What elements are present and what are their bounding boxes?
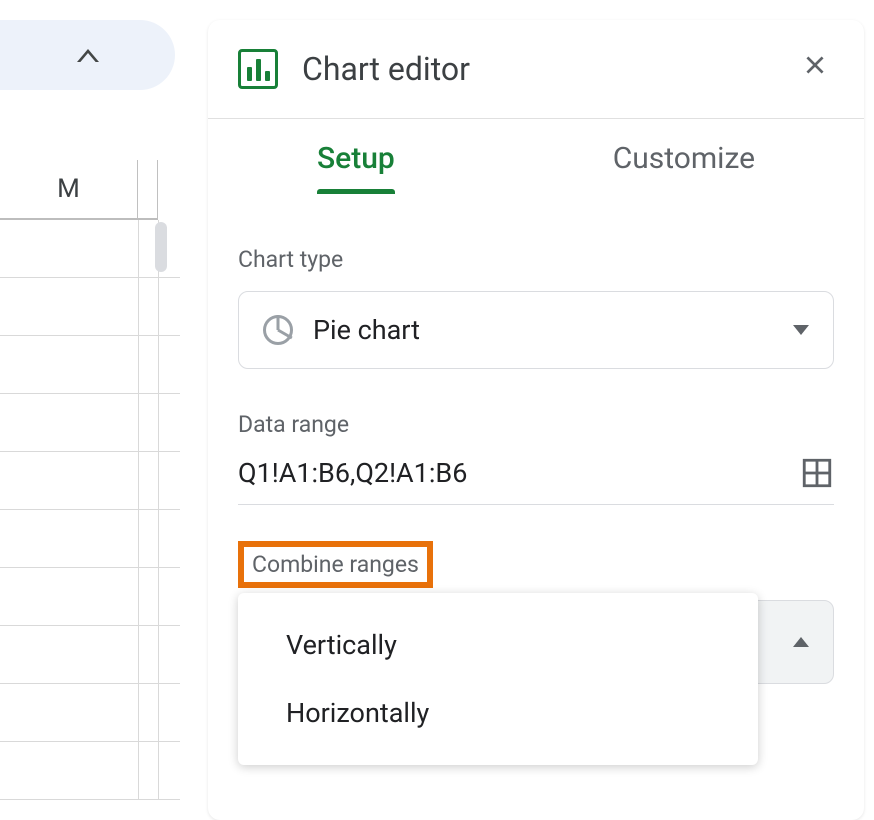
data-range-value: Q1!A1:B6,Q2!A1:B6	[238, 457, 800, 489]
pie-chart-icon	[263, 315, 293, 345]
cell-row[interactable]	[0, 626, 180, 684]
chevron-up-icon	[77, 49, 99, 62]
tab-customize[interactable]: Customize	[613, 141, 755, 194]
combine-ranges-label: Combine ranges	[252, 551, 419, 578]
chart-type-value: Pie chart	[313, 314, 420, 346]
cell-row[interactable]	[0, 742, 180, 800]
vertical-scrollbar-thumb[interactable]	[155, 222, 167, 272]
combine-ranges-highlight: Combine ranges	[238, 541, 433, 588]
spreadsheet-sliver: M	[0, 0, 180, 820]
column-header-edge	[138, 160, 158, 220]
cell-row[interactable]	[0, 684, 180, 742]
chart-type-label: Chart type	[238, 246, 834, 273]
data-range-input[interactable]: Q1!A1:B6,Q2!A1:B6	[238, 456, 834, 505]
cell-row[interactable]	[0, 278, 180, 336]
chart-editor-panel: Chart editor Setup Customize Chart type …	[208, 20, 864, 820]
close-button[interactable]	[796, 46, 834, 92]
close-icon	[802, 52, 828, 78]
cell-row[interactable]	[0, 336, 180, 394]
data-range-label: Data range	[238, 411, 834, 438]
chart-editor-icon	[238, 49, 278, 89]
cell-row[interactable]	[0, 220, 180, 278]
grid-rows[interactable]	[0, 220, 180, 800]
combine-ranges-dropdown: Vertically Horizontally	[238, 593, 758, 765]
combine-ranges-option-vertically[interactable]: Vertically	[238, 611, 758, 679]
collapse-formula-bar-button[interactable]	[0, 20, 175, 90]
grid-icon	[800, 456, 834, 490]
cell-row[interactable]	[0, 394, 180, 452]
tab-setup[interactable]: Setup	[317, 141, 395, 194]
chevron-up-icon	[793, 637, 809, 647]
chevron-down-icon	[793, 325, 809, 335]
combine-ranges-option-horizontally[interactable]: Horizontally	[238, 679, 758, 747]
column-header-M[interactable]: M	[0, 160, 138, 220]
column-header-row: M	[0, 160, 180, 220]
tabs: Setup Customize	[208, 119, 864, 194]
cell-row[interactable]	[0, 568, 180, 626]
panel-title: Chart editor	[302, 50, 772, 88]
chart-type-select[interactable]: Pie chart	[238, 291, 834, 369]
cell-row[interactable]	[0, 452, 180, 510]
cell-row[interactable]	[0, 510, 180, 568]
select-range-button[interactable]	[800, 456, 834, 490]
